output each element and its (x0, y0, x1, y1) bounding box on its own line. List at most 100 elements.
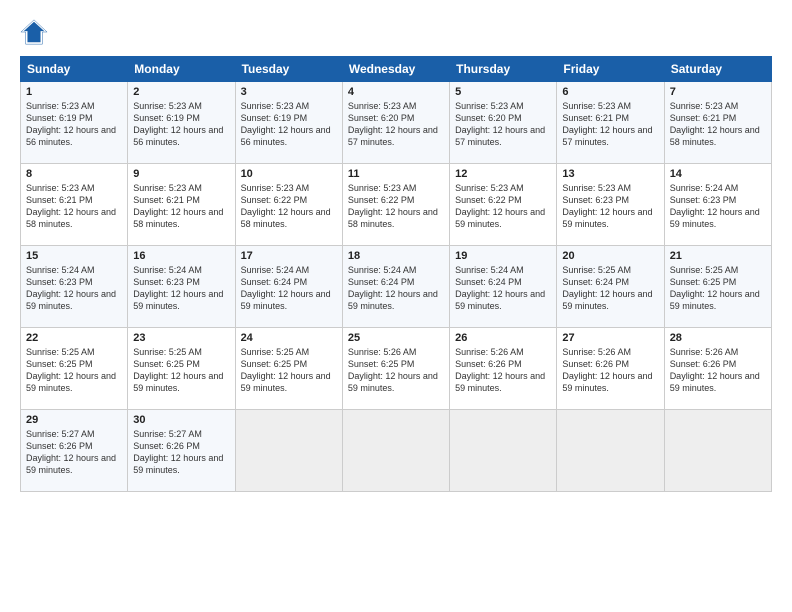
calendar-cell: 28 Sunrise: 5:26 AMSunset: 6:26 PMDaylig… (664, 328, 771, 410)
cell-info: Sunrise: 5:23 AMSunset: 6:22 PMDaylight:… (241, 183, 331, 229)
header-row: SundayMondayTuesdayWednesdayThursdayFrid… (21, 57, 772, 82)
cell-info: Sunrise: 5:25 AMSunset: 6:25 PMDaylight:… (133, 347, 223, 393)
cell-info: Sunrise: 5:23 AMSunset: 6:19 PMDaylight:… (241, 101, 331, 147)
calendar-cell: 5 Sunrise: 5:23 AMSunset: 6:20 PMDayligh… (450, 82, 557, 164)
cell-info: Sunrise: 5:24 AMSunset: 6:23 PMDaylight:… (133, 265, 223, 311)
week-row-1: 1 Sunrise: 5:23 AMSunset: 6:19 PMDayligh… (21, 82, 772, 164)
cell-info: Sunrise: 5:23 AMSunset: 6:21 PMDaylight:… (133, 183, 223, 229)
header-monday: Monday (128, 57, 235, 82)
cell-info: Sunrise: 5:25 AMSunset: 6:25 PMDaylight:… (26, 347, 116, 393)
day-number: 21 (670, 250, 766, 262)
day-number: 24 (241, 332, 337, 344)
calendar-cell: 10 Sunrise: 5:23 AMSunset: 6:22 PMDaylig… (235, 164, 342, 246)
calendar-cell: 18 Sunrise: 5:24 AMSunset: 6:24 PMDaylig… (342, 246, 449, 328)
calendar-cell: 22 Sunrise: 5:25 AMSunset: 6:25 PMDaylig… (21, 328, 128, 410)
week-row-3: 15 Sunrise: 5:24 AMSunset: 6:23 PMDaylig… (21, 246, 772, 328)
cell-info: Sunrise: 5:25 AMSunset: 6:25 PMDaylight:… (241, 347, 331, 393)
calendar-cell: 27 Sunrise: 5:26 AMSunset: 6:26 PMDaylig… (557, 328, 664, 410)
cell-info: Sunrise: 5:24 AMSunset: 6:23 PMDaylight:… (26, 265, 116, 311)
calendar-cell: 23 Sunrise: 5:25 AMSunset: 6:25 PMDaylig… (128, 328, 235, 410)
cell-info: Sunrise: 5:26 AMSunset: 6:25 PMDaylight:… (348, 347, 438, 393)
cell-info: Sunrise: 5:23 AMSunset: 6:22 PMDaylight:… (455, 183, 545, 229)
cell-info: Sunrise: 5:25 AMSunset: 6:25 PMDaylight:… (670, 265, 760, 311)
calendar-cell: 20 Sunrise: 5:25 AMSunset: 6:24 PMDaylig… (557, 246, 664, 328)
calendar-cell: 19 Sunrise: 5:24 AMSunset: 6:24 PMDaylig… (450, 246, 557, 328)
header (20, 18, 772, 46)
calendar-cell: 11 Sunrise: 5:23 AMSunset: 6:22 PMDaylig… (342, 164, 449, 246)
calendar-table: SundayMondayTuesdayWednesdayThursdayFrid… (20, 56, 772, 492)
cell-info: Sunrise: 5:23 AMSunset: 6:19 PMDaylight:… (133, 101, 223, 147)
cell-info: Sunrise: 5:26 AMSunset: 6:26 PMDaylight:… (562, 347, 652, 393)
calendar-cell: 30 Sunrise: 5:27 AMSunset: 6:26 PMDaylig… (128, 410, 235, 492)
calendar-cell: 14 Sunrise: 5:24 AMSunset: 6:23 PMDaylig… (664, 164, 771, 246)
header-wednesday: Wednesday (342, 57, 449, 82)
calendar-cell: 2 Sunrise: 5:23 AMSunset: 6:19 PMDayligh… (128, 82, 235, 164)
day-number: 6 (562, 86, 658, 98)
header-thursday: Thursday (450, 57, 557, 82)
logo (20, 18, 52, 46)
header-sunday: Sunday (21, 57, 128, 82)
calendar-cell: 3 Sunrise: 5:23 AMSunset: 6:19 PMDayligh… (235, 82, 342, 164)
day-number: 22 (26, 332, 122, 344)
day-number: 3 (241, 86, 337, 98)
cell-info: Sunrise: 5:23 AMSunset: 6:20 PMDaylight:… (348, 101, 438, 147)
day-number: 1 (26, 86, 122, 98)
calendar-cell: 9 Sunrise: 5:23 AMSunset: 6:21 PMDayligh… (128, 164, 235, 246)
day-number: 29 (26, 414, 122, 426)
calendar-cell (235, 410, 342, 492)
day-number: 10 (241, 168, 337, 180)
cell-info: Sunrise: 5:27 AMSunset: 6:26 PMDaylight:… (26, 429, 116, 475)
day-number: 20 (562, 250, 658, 262)
day-number: 11 (348, 168, 444, 180)
day-number: 18 (348, 250, 444, 262)
calendar-cell: 15 Sunrise: 5:24 AMSunset: 6:23 PMDaylig… (21, 246, 128, 328)
cell-info: Sunrise: 5:25 AMSunset: 6:24 PMDaylight:… (562, 265, 652, 311)
calendar-cell: 6 Sunrise: 5:23 AMSunset: 6:21 PMDayligh… (557, 82, 664, 164)
calendar-cell: 16 Sunrise: 5:24 AMSunset: 6:23 PMDaylig… (128, 246, 235, 328)
header-friday: Friday (557, 57, 664, 82)
calendar-cell: 17 Sunrise: 5:24 AMSunset: 6:24 PMDaylig… (235, 246, 342, 328)
week-row-4: 22 Sunrise: 5:25 AMSunset: 6:25 PMDaylig… (21, 328, 772, 410)
calendar-cell: 8 Sunrise: 5:23 AMSunset: 6:21 PMDayligh… (21, 164, 128, 246)
day-number: 26 (455, 332, 551, 344)
day-number: 5 (455, 86, 551, 98)
cell-info: Sunrise: 5:27 AMSunset: 6:26 PMDaylight:… (133, 429, 223, 475)
calendar-cell: 1 Sunrise: 5:23 AMSunset: 6:19 PMDayligh… (21, 82, 128, 164)
calendar-cell: 4 Sunrise: 5:23 AMSunset: 6:20 PMDayligh… (342, 82, 449, 164)
calendar-cell: 29 Sunrise: 5:27 AMSunset: 6:26 PMDaylig… (21, 410, 128, 492)
day-number: 12 (455, 168, 551, 180)
header-tuesday: Tuesday (235, 57, 342, 82)
day-number: 4 (348, 86, 444, 98)
day-number: 2 (133, 86, 229, 98)
day-number: 9 (133, 168, 229, 180)
cell-info: Sunrise: 5:23 AMSunset: 6:21 PMDaylight:… (670, 101, 760, 147)
page: SundayMondayTuesdayWednesdayThursdayFrid… (0, 0, 792, 612)
calendar-cell: 24 Sunrise: 5:25 AMSunset: 6:25 PMDaylig… (235, 328, 342, 410)
calendar-cell (450, 410, 557, 492)
cell-info: Sunrise: 5:26 AMSunset: 6:26 PMDaylight:… (670, 347, 760, 393)
cell-info: Sunrise: 5:24 AMSunset: 6:23 PMDaylight:… (670, 183, 760, 229)
calendar-cell: 25 Sunrise: 5:26 AMSunset: 6:25 PMDaylig… (342, 328, 449, 410)
day-number: 23 (133, 332, 229, 344)
day-number: 14 (670, 168, 766, 180)
week-row-2: 8 Sunrise: 5:23 AMSunset: 6:21 PMDayligh… (21, 164, 772, 246)
logo-icon (20, 18, 48, 46)
day-number: 17 (241, 250, 337, 262)
day-number: 27 (562, 332, 658, 344)
day-number: 28 (670, 332, 766, 344)
calendar-cell: 21 Sunrise: 5:25 AMSunset: 6:25 PMDaylig… (664, 246, 771, 328)
cell-info: Sunrise: 5:23 AMSunset: 6:21 PMDaylight:… (562, 101, 652, 147)
week-row-5: 29 Sunrise: 5:27 AMSunset: 6:26 PMDaylig… (21, 410, 772, 492)
calendar-cell: 12 Sunrise: 5:23 AMSunset: 6:22 PMDaylig… (450, 164, 557, 246)
cell-info: Sunrise: 5:23 AMSunset: 6:19 PMDaylight:… (26, 101, 116, 147)
cell-info: Sunrise: 5:23 AMSunset: 6:21 PMDaylight:… (26, 183, 116, 229)
header-saturday: Saturday (664, 57, 771, 82)
cell-info: Sunrise: 5:24 AMSunset: 6:24 PMDaylight:… (241, 265, 331, 311)
calendar-cell: 13 Sunrise: 5:23 AMSunset: 6:23 PMDaylig… (557, 164, 664, 246)
cell-info: Sunrise: 5:23 AMSunset: 6:22 PMDaylight:… (348, 183, 438, 229)
calendar-cell (342, 410, 449, 492)
cell-info: Sunrise: 5:24 AMSunset: 6:24 PMDaylight:… (455, 265, 545, 311)
cell-info: Sunrise: 5:23 AMSunset: 6:23 PMDaylight:… (562, 183, 652, 229)
cell-info: Sunrise: 5:26 AMSunset: 6:26 PMDaylight:… (455, 347, 545, 393)
cell-info: Sunrise: 5:23 AMSunset: 6:20 PMDaylight:… (455, 101, 545, 147)
